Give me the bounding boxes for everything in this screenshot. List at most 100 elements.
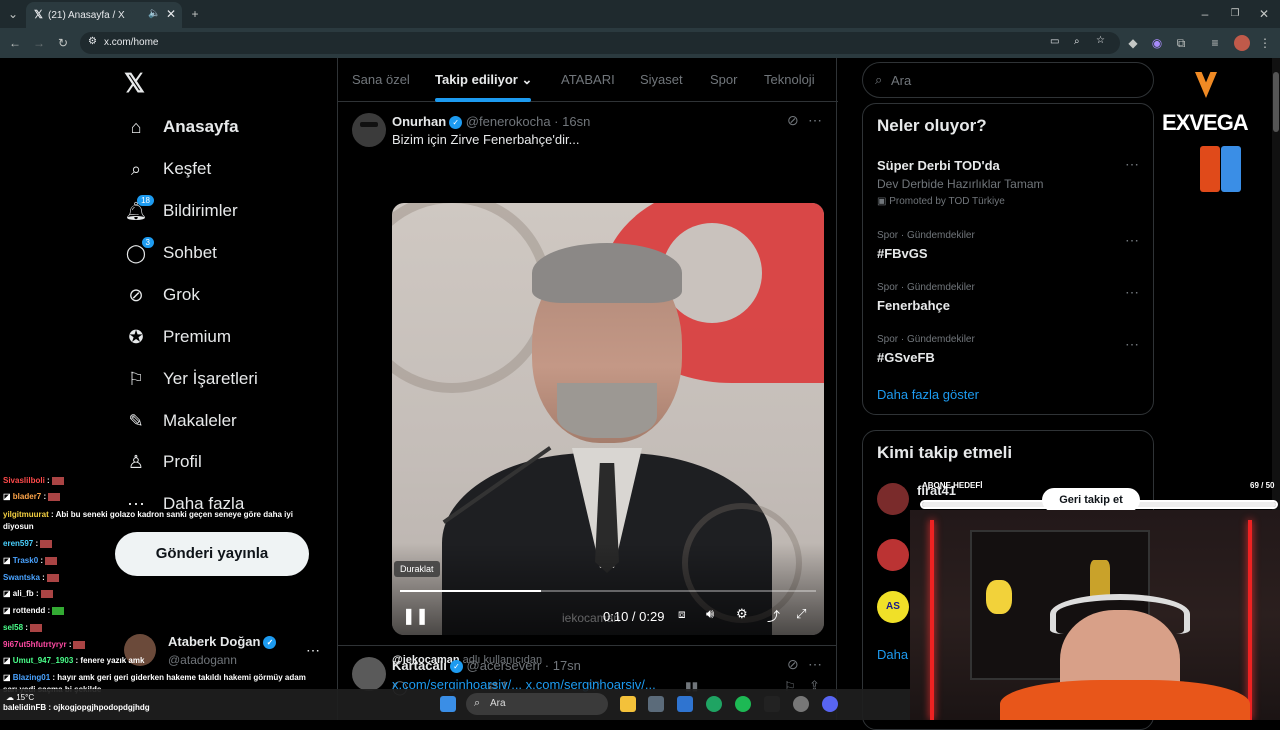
file-explorer-icon[interactable]	[620, 696, 636, 712]
author-handle[interactable]: @fenerokocha	[466, 114, 551, 129]
tab-following[interactable]: Takip ediliyor ⌄	[435, 72, 532, 88]
trend-menu-icon[interactable]: ⋯	[1125, 232, 1140, 249]
led-strip	[930, 520, 934, 720]
nav-item-articles[interactable]: ✎ Makaleler	[124, 406, 236, 436]
popout-icon[interactable]: ⤴	[767, 606, 780, 625]
nav-item-profile[interactable]: ♙ Profil	[124, 447, 202, 477]
author-name[interactable]: Onurhan	[392, 114, 446, 129]
tab-for-you[interactable]: Sana özel	[352, 72, 410, 87]
trends-panel: Neler oluyor? Süper Derbi TOD'da Dev Der…	[862, 103, 1154, 415]
settings-app-icon[interactable]	[793, 696, 809, 712]
chat-message: Sivaslilboli :	[3, 476, 64, 485]
exvega-logo-icon	[1195, 72, 1217, 98]
scrollbar-thumb[interactable]	[1273, 72, 1279, 132]
screen-cast-icon[interactable]: ▭	[1050, 36, 1059, 47]
store-icon[interactable]	[648, 696, 664, 712]
streamer-hoodie	[1000, 680, 1250, 720]
extensions-puzzle-icon[interactable]: ⧉	[1174, 36, 1188, 50]
fullscreen-icon[interactable]: ⤢	[796, 606, 806, 622]
zoom-icon[interactable]: ⌕	[1074, 36, 1080, 47]
nav-item-bookmarks[interactable]: ⚐ Yer İşaretleri	[124, 364, 258, 394]
grok-analyze-icon[interactable]: ⊘	[787, 656, 799, 673]
chrome-icon[interactable]	[706, 696, 722, 712]
tab-technology[interactable]: Teknoloji	[764, 72, 815, 87]
close-window-icon[interactable]: ✕	[1257, 7, 1271, 21]
show-more-link[interactable]: Daha fazla göster	[877, 387, 979, 402]
weather-widget[interactable]: ☁ 15°C	[6, 693, 34, 702]
trend-menu-icon[interactable]: ⋯	[1125, 284, 1140, 301]
avatar[interactable]	[352, 113, 386, 147]
chat-message: Swantska :	[3, 573, 59, 582]
spotify-icon[interactable]	[735, 696, 751, 712]
post-menu-icon[interactable]: ⋯	[808, 656, 823, 673]
video-player[interactable]: Duraklat ❚❚ 0:10 / 0:29 ⧈ 🔊︎ ⚙ ⤴ ⤢ iekoc…	[392, 203, 824, 635]
emote-icon	[46, 573, 59, 582]
back-icon[interactable]: ←	[8, 36, 22, 50]
speaker-icon[interactable]: 🔈	[148, 8, 160, 19]
nav-item-grok[interactable]: ⊘ Grok	[124, 280, 199, 310]
nav-item-premium[interactable]: ✪ Premium	[124, 322, 231, 352]
post-time[interactable]: · 17sn	[545, 658, 581, 673]
post-header: Onurhan ✓ @fenerokocha · 16sn	[392, 114, 590, 130]
mail-icon[interactable]	[677, 696, 693, 712]
follow-show-more-link[interactable]: Daha	[877, 647, 908, 662]
author-handle[interactable]: @acerseverr	[467, 658, 542, 673]
trend-menu-icon[interactable]: ⋯	[1125, 336, 1140, 353]
trend-item[interactable]: Spor · Gündemdekiler Fenerbahçe ⋯	[863, 276, 1153, 326]
restore-icon[interactable]: ❐	[1228, 7, 1242, 21]
tab-politics[interactable]: Siyaset	[640, 72, 683, 87]
discord-icon[interactable]	[822, 696, 838, 712]
taskbar-search[interactable]: ⌕ Ara	[466, 693, 608, 715]
follow-back-button[interactable]: Geri takip et	[1042, 488, 1140, 512]
progress-track[interactable]	[400, 590, 816, 592]
captions-icon[interactable]: ⧈	[678, 607, 686, 622]
extension-icon[interactable]: ◆	[1126, 36, 1140, 50]
video-watermark: iekocaman	[562, 611, 621, 625]
url-field[interactable]: ⚙ x.com/home ▭ ⌕ ☆	[80, 32, 1120, 54]
post[interactable]: Onurhan ✓ @fenerokocha · 16sn ⊘ ⋯ Bizim i…	[338, 103, 836, 695]
nav-item-chat[interactable]: ◯ 3 Sohbet	[124, 237, 217, 268]
account-menu-icon[interactable]: ⋯	[306, 642, 320, 659]
avatar[interactable]	[352, 657, 386, 691]
pause-tooltip: Duraklat	[394, 561, 440, 577]
account-handle: @atadogann	[168, 653, 237, 667]
x-logo-icon[interactable]: 𝕏	[124, 68, 145, 99]
search-input[interactable]: ⌕ Ara	[862, 62, 1154, 98]
tab-atabari[interactable]: ATABARI	[561, 72, 615, 87]
settings-gear-icon[interactable]: ⚙	[736, 606, 748, 622]
tab-list-icon[interactable]: ⌄	[6, 7, 20, 21]
browser-menu-icon[interactable]: ⋮	[1258, 36, 1272, 50]
nav-item-home[interactable]: ⌂ Anasayfa	[124, 112, 239, 142]
tab-sports[interactable]: Spor	[710, 72, 737, 87]
reload-icon[interactable]: ↻	[56, 36, 70, 50]
bookmark-star-icon[interactable]: ☆	[1096, 35, 1105, 46]
trend-item[interactable]: Süper Derbi TOD'da Dev Derbide Hazırlıkl…	[863, 148, 1153, 210]
windows-start-icon[interactable]	[440, 696, 456, 712]
nav-item-explore[interactable]: ⌕ Keşfet	[124, 154, 211, 184]
trend-menu-icon[interactable]: ⋯	[1125, 156, 1140, 173]
account-name[interactable]: Ataberk Doğan ✓	[168, 634, 277, 650]
author-name[interactable]: Kartacalı	[392, 658, 447, 673]
follow-avatar[interactable]	[877, 539, 909, 571]
nav-item-notifications[interactable]: 🔔︎ 18 Bildirimler	[124, 195, 238, 226]
post-button[interactable]: Gönderi yayınla	[115, 532, 309, 576]
profile-avatar-icon[interactable]	[1234, 35, 1250, 51]
trend-item[interactable]: Spor · Gündemdekiler #FBvGS ⋯	[863, 224, 1153, 274]
site-info-icon[interactable]: ⚙	[88, 36, 97, 47]
post-time[interactable]: · 16sn	[554, 114, 590, 129]
next-app-icon[interactable]	[764, 696, 780, 712]
follow-avatar[interactable]: AS	[877, 591, 909, 623]
close-tab-icon[interactable]: ✕	[166, 7, 176, 21]
extension-2-icon[interactable]: ◉	[1150, 36, 1164, 50]
follow-avatar[interactable]	[877, 483, 909, 515]
pause-button[interactable]: ❚❚	[402, 606, 429, 626]
new-tab-icon[interactable]: +	[188, 7, 202, 21]
grok-analyze-icon[interactable]: ⊘	[787, 112, 799, 129]
browser-tab[interactable]: 𝕏 (21) Anasayfa / X 🔈 ✕	[26, 2, 182, 28]
trend-item[interactable]: Spor · Gündemdekiler #GSveFB ⋯	[863, 328, 1153, 378]
volume-icon[interactable]: 🔊︎	[706, 606, 714, 622]
minimize-icon[interactable]: –	[1198, 7, 1212, 21]
post-menu-icon[interactable]: ⋯	[808, 112, 823, 129]
reading-list-icon[interactable]: ≡	[1208, 36, 1222, 50]
forward-icon[interactable]: →	[32, 36, 46, 50]
